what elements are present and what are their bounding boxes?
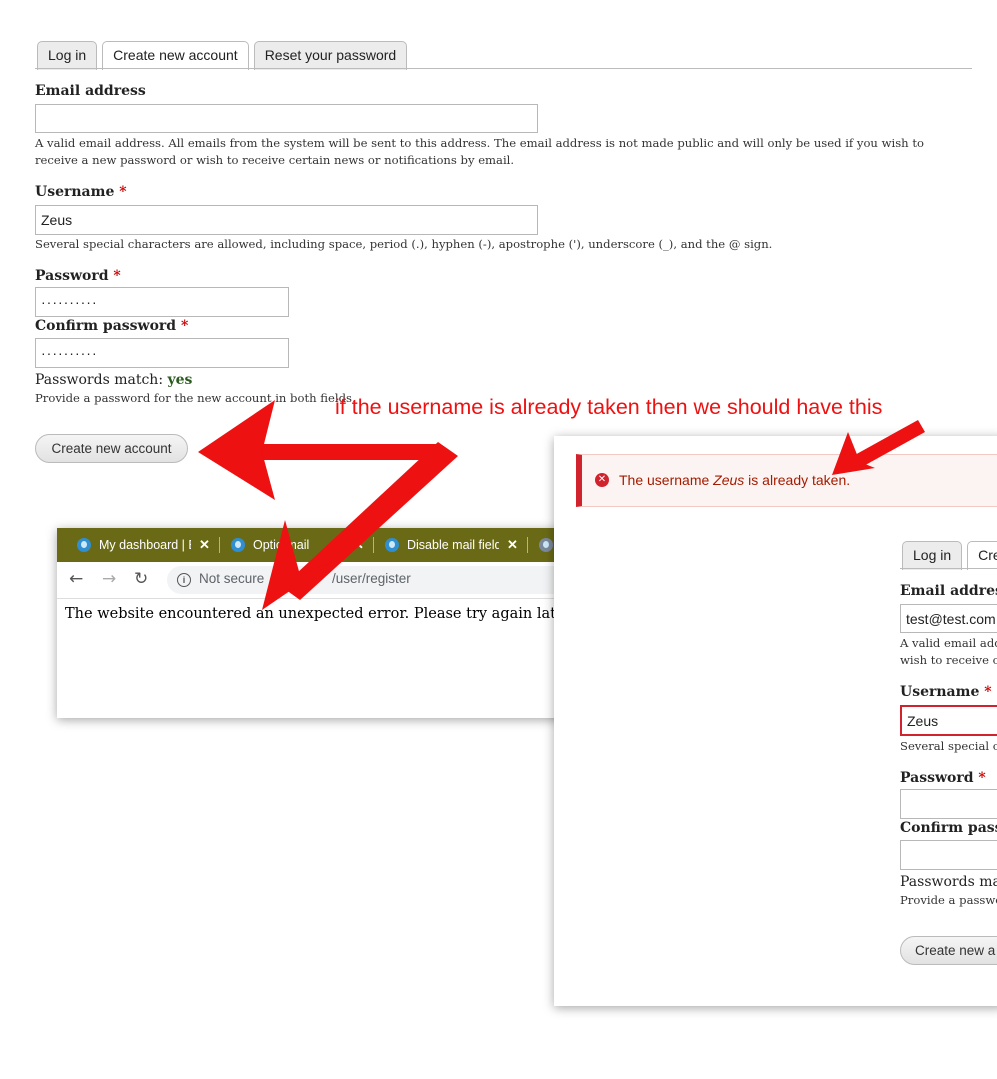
tab-separator bbox=[527, 537, 528, 553]
email-field[interactable] bbox=[35, 104, 538, 133]
panel-password-label: Password * bbox=[900, 770, 986, 786]
arrow-z-top bbox=[210, 444, 452, 460]
panel-password-description: Provide a passwore bbox=[900, 893, 997, 907]
passwords-match-status: Passwords match: yes bbox=[35, 372, 192, 388]
url-text[interactable]: /user/register bbox=[332, 571, 411, 586]
panel-tab-log-in[interactable]: Log in bbox=[902, 541, 963, 570]
error-message: The website encountered an unexpected er… bbox=[65, 606, 575, 622]
email-description: A valid email address. All emails from t… bbox=[35, 136, 924, 167]
tab-separator bbox=[373, 537, 374, 553]
close-icon[interactable]: ✕ bbox=[507, 537, 518, 553]
panel-email-field[interactable]: test@test.com bbox=[900, 604, 997, 633]
required-mark: * bbox=[113, 268, 121, 284]
required-mark: * bbox=[180, 318, 189, 334]
arrow-left-head bbox=[198, 400, 275, 500]
panel-username-description: Several special cha bbox=[900, 739, 997, 753]
username-description: Several special characters are allowed, … bbox=[35, 237, 773, 251]
panel-email-label: Email address bbox=[900, 583, 997, 599]
browser-tab-bar: My dashboard | E ✕ Optio mail ✕ Disable … bbox=[57, 528, 597, 562]
tab-log-in[interactable]: Log in bbox=[37, 41, 98, 70]
browser-tab[interactable]: Optio mail ✕ bbox=[231, 534, 364, 556]
browser-tab-title: Optio mail bbox=[253, 538, 310, 552]
panel-username-label-text: Username bbox=[900, 684, 980, 700]
username-field[interactable]: Zeus bbox=[35, 205, 538, 235]
username-label-text: Username bbox=[35, 184, 115, 200]
confirm-password-label-text: Confirm password bbox=[35, 318, 177, 334]
not-secure-label: Not secure bbox=[199, 571, 265, 586]
confirm-password-field[interactable]: ·········· bbox=[35, 338, 289, 368]
panel-account-tabs: Log in Cre bbox=[902, 541, 997, 570]
panel-tab-create-account[interactable]: Cre bbox=[967, 541, 997, 570]
required-mark: * bbox=[984, 684, 992, 700]
confirm-password-label: Confirm password * bbox=[35, 318, 188, 334]
browser-tab[interactable]: My dashboard | E ✕ bbox=[77, 534, 210, 556]
password-label: Password * bbox=[35, 268, 121, 284]
browser-tab[interactable]: Disable mail field ✕ bbox=[385, 534, 518, 556]
panel-password-label-text: Password bbox=[900, 770, 974, 786]
address-bar[interactable]: i Not secure /user/register bbox=[167, 566, 597, 594]
panel-email-description-1: A valid email addre bbox=[900, 636, 997, 650]
panel-email-description-2: wish to receive cer bbox=[900, 653, 997, 667]
error-message-text: The username Zeus is already taken. bbox=[619, 472, 850, 488]
password-label-text: Password bbox=[35, 268, 109, 284]
browser-tab-title: My dashboard | E bbox=[99, 538, 191, 552]
panel-passwords-match: Passwords matc bbox=[900, 874, 997, 890]
close-icon[interactable]: ✕ bbox=[353, 537, 364, 553]
annotation-text: if the username is already taken then we… bbox=[335, 395, 883, 419]
browser-toolbar: ← → ↻ i Not secure /user/register bbox=[57, 562, 597, 599]
tab-reset-password[interactable]: Reset your password bbox=[253, 41, 408, 70]
drupal-icon bbox=[385, 538, 399, 552]
required-mark: * bbox=[119, 184, 127, 200]
tab-create-new-account[interactable]: Create new account bbox=[102, 41, 249, 70]
error-icon: ✕ bbox=[595, 473, 609, 487]
password-description: Provide a password for the new account i… bbox=[35, 391, 356, 405]
reload-icon[interactable]: ↻ bbox=[134, 569, 148, 589]
account-tabs: Log in Create new account Reset your pas… bbox=[37, 41, 408, 70]
panel-tabs-divider bbox=[900, 568, 997, 569]
browser-tab-title: Disable mail field bbox=[407, 538, 499, 552]
passwords-match-label: Passwords match: bbox=[35, 372, 164, 388]
back-icon[interactable]: ← bbox=[69, 569, 83, 589]
panel-confirm-password-field[interactable] bbox=[900, 840, 997, 870]
address-separator bbox=[275, 572, 276, 588]
email-label: Email address bbox=[35, 83, 146, 99]
panel-password-field[interactable] bbox=[900, 789, 997, 819]
forward-icon[interactable]: → bbox=[102, 569, 116, 589]
panel-username-field[interactable]: Zeus bbox=[900, 705, 997, 736]
panel-username-label: Username * bbox=[900, 684, 992, 700]
error-message-username: Zeus bbox=[713, 472, 745, 488]
error-message-box: ✕ The username Zeus is already taken. bbox=[576, 454, 997, 507]
panel-create-account-button[interactable]: Create new a bbox=[900, 936, 997, 965]
close-icon[interactable]: ✕ bbox=[199, 537, 210, 553]
drupal-icon bbox=[231, 538, 245, 552]
panel-confirm-password-label: Confirm passw bbox=[900, 820, 997, 836]
passwords-match-value: yes bbox=[167, 372, 193, 388]
password-field[interactable]: ·········· bbox=[35, 287, 289, 317]
create-account-button[interactable]: Create new account bbox=[35, 434, 188, 463]
drupal-icon bbox=[77, 538, 91, 552]
required-mark: * bbox=[978, 770, 986, 786]
tab-separator bbox=[219, 537, 220, 553]
error-panel: ✕ The username Zeus is already taken. Lo… bbox=[554, 436, 997, 1006]
browser-window: My dashboard | E ✕ Optio mail ✕ Disable … bbox=[57, 528, 597, 718]
tabs-divider bbox=[35, 68, 972, 69]
info-icon[interactable]: i bbox=[177, 573, 191, 587]
globe-icon bbox=[539, 538, 553, 552]
username-label: Username * bbox=[35, 184, 127, 200]
error-message-suffix: is already taken. bbox=[744, 472, 851, 488]
error-message-prefix: The username bbox=[619, 472, 714, 488]
